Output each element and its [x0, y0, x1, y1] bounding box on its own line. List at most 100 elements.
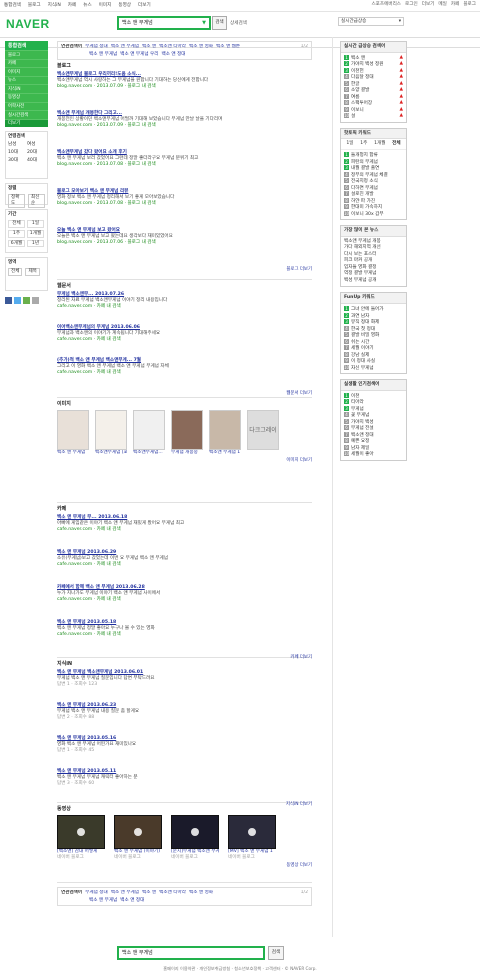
top-link[interactable]: 블로그 — [28, 3, 41, 9]
rank-text[interactable]: 소양 결발 — [351, 88, 369, 93]
tab-1week[interactable]: 1주 — [360, 141, 367, 147]
tab-1day[interactable]: 1일 — [346, 141, 353, 147]
image-more-link[interactable]: 이미지 더보기 — [57, 458, 312, 464]
search-button[interactable]: 검색 — [212, 16, 227, 30]
top-link[interactable]: 지식iN — [48, 3, 61, 9]
bottom-search-input[interactable]: 백소 앤 무게넘 — [117, 946, 265, 960]
rank-text[interactable]: 여름 — [351, 95, 359, 100]
rank-text[interactable]: 백소 앤 — [351, 56, 365, 61]
result-meta[interactable]: cafe.naver.com · 카페 내 검색 — [57, 370, 312, 376]
rank-text[interactable]: 결발 비밀 영화 — [351, 333, 379, 338]
rank-text[interactable]: 무게넘 — [351, 407, 364, 412]
image-caption[interactable]: 무게넘 개봉중 — [171, 450, 203, 456]
sort-option[interactable]: 최신순 — [28, 194, 45, 208]
period-option[interactable]: 6개월 — [8, 239, 25, 248]
top-right-link[interactable]: 카페 — [451, 2, 459, 8]
rank-text[interactable]: 정부의 무게넘 체결 — [351, 173, 388, 178]
rank-text[interactable]: 강남 실제 — [351, 353, 369, 358]
rank-item[interactable]: 10 세월이 좋아 — [344, 451, 403, 458]
video-card[interactable]: 백소 앤 무게넘 (이야기) 네이버 블로그 — [114, 815, 162, 860]
result-meta[interactable]: cafe.naver.com · 카페 내 검색 — [57, 527, 312, 533]
result-meta[interactable]: blog.naver.com · 2013.07.09 · 블로그 내 검색 — [57, 84, 312, 90]
rank-item[interactable]: 10 자신 무게넘 — [344, 364, 403, 372]
nav-item[interactable]: 더보기 — [5, 118, 48, 128]
nav-item[interactable]: 블로그 — [5, 50, 48, 59]
related-link[interactable]: 백소 앤 무게넘 — [89, 52, 117, 58]
video-thumb[interactable] — [171, 815, 219, 850]
rank-text[interactable]: 가야지 백성 정원 — [351, 62, 384, 67]
video-thumb[interactable] — [228, 815, 276, 850]
related-link[interactable]: 백소앤 티아라 — [159, 44, 186, 50]
video-card[interactable]: [MV] 백소 앤 무게넘 1 네이버 블로그 — [228, 815, 276, 860]
sort-option[interactable]: 정확도 — [8, 194, 25, 208]
rank-text[interactable]: 뮤직 정대 화제 — [351, 320, 379, 325]
rank-item[interactable]: 10 이보니 30x 갑부 — [344, 210, 403, 218]
period-option[interactable]: 1일 — [27, 220, 44, 228]
tab-all[interactable]: 전체 — [392, 141, 400, 147]
nav-item[interactable]: 지식iN — [5, 84, 48, 93]
related-link[interactable]: 무게넘 정대 — [85, 890, 108, 896]
nav-head[interactable]: 통합검색 — [5, 41, 48, 50]
login-link[interactable]: 로그인 — [405, 2, 418, 8]
video-more-link[interactable]: 동영상 더보기 — [57, 863, 312, 869]
nav-item[interactable]: 뉴스 — [5, 75, 48, 85]
image-card[interactable]: 백소앤무게넘 [포스터] — [95, 410, 127, 456]
top-link[interactable]: 더보기 — [138, 3, 151, 9]
related-link[interactable]: 백소 앤 영화 — [189, 44, 213, 50]
period-option[interactable]: 전체 — [8, 220, 25, 228]
realtime-toggle[interactable]: 실시간급상승 ▾ — [338, 17, 404, 26]
rank-text[interactable]: 이 정대 사실 — [351, 359, 375, 364]
area-option[interactable]: 제목 — [25, 268, 40, 276]
video-thumb[interactable] — [114, 815, 162, 850]
rank-text[interactable]: 하얀 파 가진 — [351, 199, 375, 204]
related-link[interactable]: 백소 앤 웹툰 — [216, 44, 240, 50]
tab-1month[interactable]: 1개월 — [374, 141, 385, 147]
top-link[interactable]: 통합검색 — [4, 3, 21, 9]
top-link[interactable]: 카페 — [68, 3, 76, 9]
rank-text[interactable]: 예쁜 요정 — [351, 439, 369, 444]
nav-item[interactable]: 실시간검색 — [5, 110, 48, 119]
result-meta[interactable]: cafe.naver.com · 카페 내 검색 — [57, 597, 312, 603]
rank-text[interactable]: 이천 — [351, 394, 359, 399]
rank-text[interactable]: 세월 이야기 — [351, 346, 374, 351]
rank-text[interactable]: 다음달 정대 — [351, 75, 374, 80]
filter-option[interactable]: 여성 — [27, 142, 44, 148]
image-thumb[interactable] — [171, 410, 203, 451]
image-card[interactable]: 백소앤무게넘... — [133, 410, 165, 456]
rank-text[interactable]: 설 — [351, 114, 355, 119]
related-link[interactable]: 백소 앤 정대 — [161, 52, 185, 58]
top-right-link[interactable]: 블로그 — [463, 2, 476, 8]
rank-text[interactable]: 스팩투어장 — [351, 101, 372, 106]
image-card[interactable]: 다크그레이 — [247, 410, 279, 456]
area-option[interactable]: 전체 — [8, 268, 23, 276]
rank-text[interactable]: 한글 — [351, 82, 359, 87]
top-link[interactable]: 이미지 — [99, 3, 112, 9]
blog-more-link[interactable]: 블로그 더보기 — [57, 267, 312, 273]
detail-search-link[interactable]: 상세검색 — [230, 21, 247, 27]
facebook-icon[interactable] — [5, 297, 12, 305]
me2day-icon[interactable] — [23, 297, 30, 305]
rank-text[interactable]: 피탄의 무게넘 — [351, 160, 378, 165]
image-thumb[interactable] — [95, 410, 127, 451]
mail-icon[interactable] — [32, 297, 39, 305]
rank-text[interactable]: 남자 제일 — [351, 446, 369, 451]
filter-option[interactable]: 남성 — [8, 142, 25, 148]
filter-option[interactable]: 10대 — [8, 150, 25, 156]
rank-text[interactable]: 다하면 무게넘 — [351, 186, 378, 191]
rank-text[interactable]: 쉬는 시간 — [351, 340, 369, 345]
filter-option[interactable]: 40대 — [27, 158, 44, 164]
video-thumb[interactable] — [57, 815, 105, 850]
filter-option[interactable]: 30대 — [8, 158, 25, 164]
news-item[interactable]: 백성 무게넘 공개 — [344, 278, 403, 285]
image-caption[interactable]: 백소앤무게넘... — [133, 450, 165, 456]
webdoc-more-link[interactable]: 웹문서 더보기 — [57, 391, 312, 397]
rank-text[interactable]: 이보니 — [351, 108, 364, 113]
top-right-link[interactable]: 스포츠에버리스 — [371, 2, 401, 8]
image-card[interactable]: 무게넘 개봉중 — [171, 410, 203, 456]
image-card[interactable]: 백소앤 무게넘 1 — [209, 410, 241, 456]
related-link[interactable]: 무게넘 정대 — [85, 44, 108, 50]
result-meta[interactable]: cafe.naver.com · 카페 내 검색 — [57, 632, 312, 638]
result-meta[interactable]: blog.naver.com · 2013.07.08 · 블로그 내 검색 — [57, 162, 312, 168]
rank-text[interactable]: 과연 남자 — [351, 314, 369, 319]
result-meta[interactable]: blog.naver.com · 2013.07.06 · 블로그 내 검색 — [57, 240, 312, 246]
